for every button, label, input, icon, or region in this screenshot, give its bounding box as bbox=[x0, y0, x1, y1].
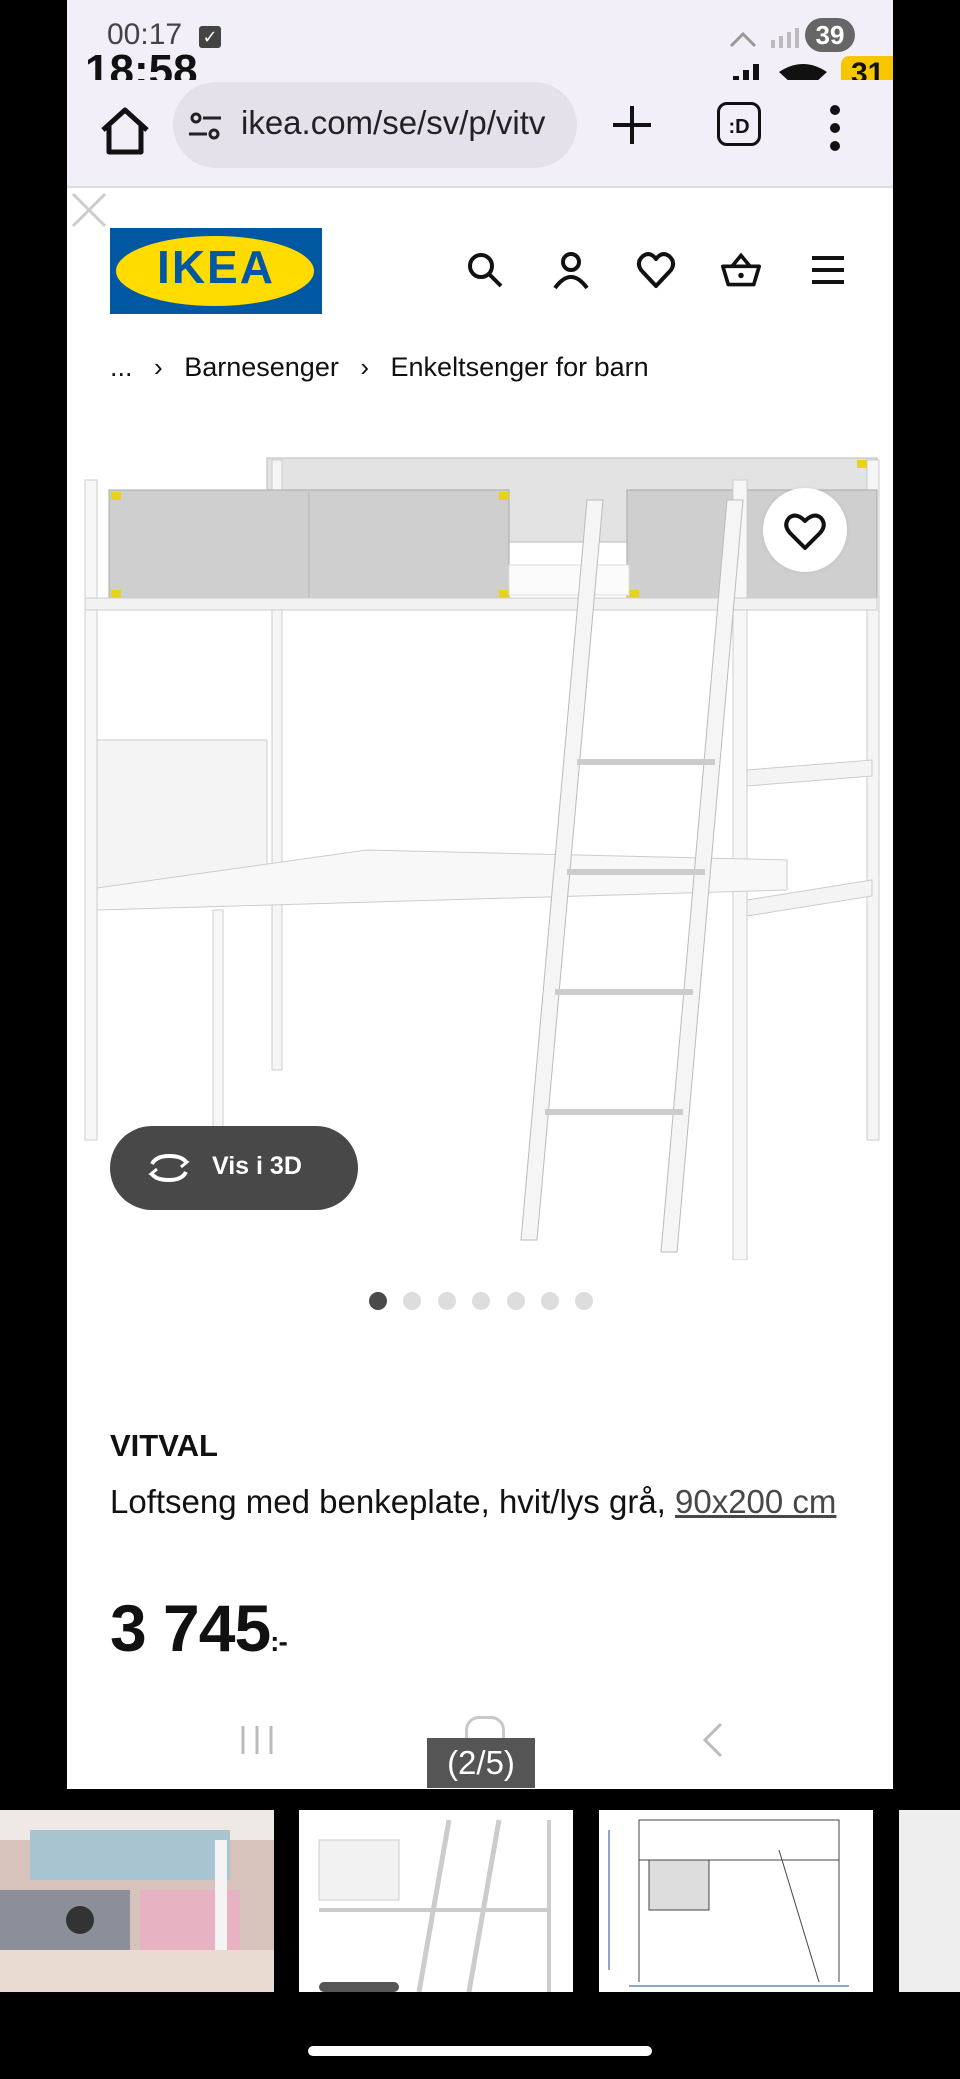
rotate-3d-icon bbox=[148, 1153, 190, 1183]
gallery-dot[interactable] bbox=[472, 1292, 490, 1310]
breadcrumb-item-barnesenger[interactable]: Barnesenger bbox=[184, 352, 339, 383]
recent-apps-icon[interactable] bbox=[237, 1722, 277, 1758]
site-settings-icon[interactable] bbox=[187, 108, 223, 144]
room-photo-image bbox=[0, 1810, 274, 1992]
back-icon[interactable] bbox=[697, 1720, 727, 1760]
product-name: VITVAL bbox=[110, 1428, 218, 1463]
product-description-text: Loftseng med benkeplate, hvit/lys grå, bbox=[110, 1483, 675, 1520]
search-icon[interactable] bbox=[465, 250, 505, 290]
gallery-dot[interactable] bbox=[507, 1292, 525, 1310]
breadcrumb-ellipsis[interactable]: ... bbox=[110, 352, 133, 383]
gallery-dot[interactable] bbox=[369, 1292, 387, 1310]
battery-grey-badge: 39 bbox=[805, 18, 855, 52]
product-price: 3 745:- bbox=[110, 1590, 288, 1666]
tabs-button[interactable]: :D bbox=[717, 102, 761, 146]
gallery-dots bbox=[67, 1292, 893, 1312]
product-description: Loftseng med benkeplate, hvit/lys grå, 9… bbox=[110, 1476, 870, 1528]
price-currency: :- bbox=[270, 1626, 288, 1657]
view-in-3d-label: Vis i 3D bbox=[212, 1152, 302, 1180]
close-icon[interactable] bbox=[67, 188, 111, 232]
phone-screen: 00:17 ✓ 18:58 39 31 ikea.com/se/sv/p/vit… bbox=[67, 0, 893, 1789]
dimensions-drawing-image bbox=[599, 1810, 873, 1992]
gallery-dot[interactable] bbox=[403, 1292, 421, 1310]
logo-text: IKEA bbox=[157, 241, 275, 293]
image-counter: (2/5) bbox=[427, 1738, 535, 1788]
product-image[interactable]: Vis i 3D bbox=[67, 440, 893, 1261]
thumbnail-room-2[interactable] bbox=[899, 1810, 960, 1992]
signal-small-icon bbox=[729, 28, 799, 48]
url-text: ikea.com/se/sv/p/vitv bbox=[241, 104, 546, 141]
thumbnail-strip bbox=[0, 1810, 960, 1992]
browser-toolbar: ikea.com/se/sv/p/vitv :D bbox=[67, 80, 893, 188]
chevron-right-icon: › bbox=[154, 352, 163, 382]
status-bar: 00:17 ✓ 18:58 39 31 bbox=[67, 0, 893, 95]
view-in-3d-button[interactable]: Vis i 3D bbox=[110, 1126, 358, 1210]
more-options-icon[interactable] bbox=[827, 102, 843, 154]
menu-icon[interactable] bbox=[808, 250, 848, 290]
favorite-button[interactable] bbox=[763, 488, 847, 572]
site-header: IKEA bbox=[67, 188, 893, 338]
product-size-link[interactable]: 90x200 cm bbox=[675, 1483, 836, 1520]
gallery-dot[interactable] bbox=[438, 1292, 456, 1310]
checkbox-notification-icon: ✓ bbox=[199, 26, 221, 48]
home-indicator[interactable] bbox=[308, 2046, 652, 2056]
gallery-dot[interactable] bbox=[541, 1292, 559, 1310]
heart-icon[interactable] bbox=[636, 250, 676, 290]
breadcrumb: ... › Barnesenger › Enkeltsenger for bar… bbox=[110, 352, 649, 383]
bed-white-image bbox=[299, 1810, 573, 1992]
thumbnail-dimensions[interactable] bbox=[599, 1810, 873, 1992]
thumbnail-bed-white[interactable] bbox=[299, 1810, 573, 1992]
thumbnail-room-photo[interactable] bbox=[0, 1810, 274, 1992]
price-value: 3 745 bbox=[110, 1591, 271, 1665]
account-icon[interactable] bbox=[551, 250, 591, 290]
new-tab-icon[interactable] bbox=[607, 100, 657, 150]
home-icon[interactable] bbox=[97, 104, 153, 160]
chevron-right-icon: › bbox=[360, 352, 370, 382]
heart-icon bbox=[784, 513, 826, 550]
ikea-logo[interactable]: IKEA bbox=[110, 228, 322, 314]
gallery-dot[interactable] bbox=[575, 1292, 593, 1310]
address-bar[interactable]: ikea.com/se/sv/p/vitv bbox=[173, 82, 577, 168]
breadcrumb-item-enkeltsenger[interactable]: Enkeltsenger for barn bbox=[391, 352, 649, 383]
basket-icon[interactable] bbox=[721, 250, 761, 290]
